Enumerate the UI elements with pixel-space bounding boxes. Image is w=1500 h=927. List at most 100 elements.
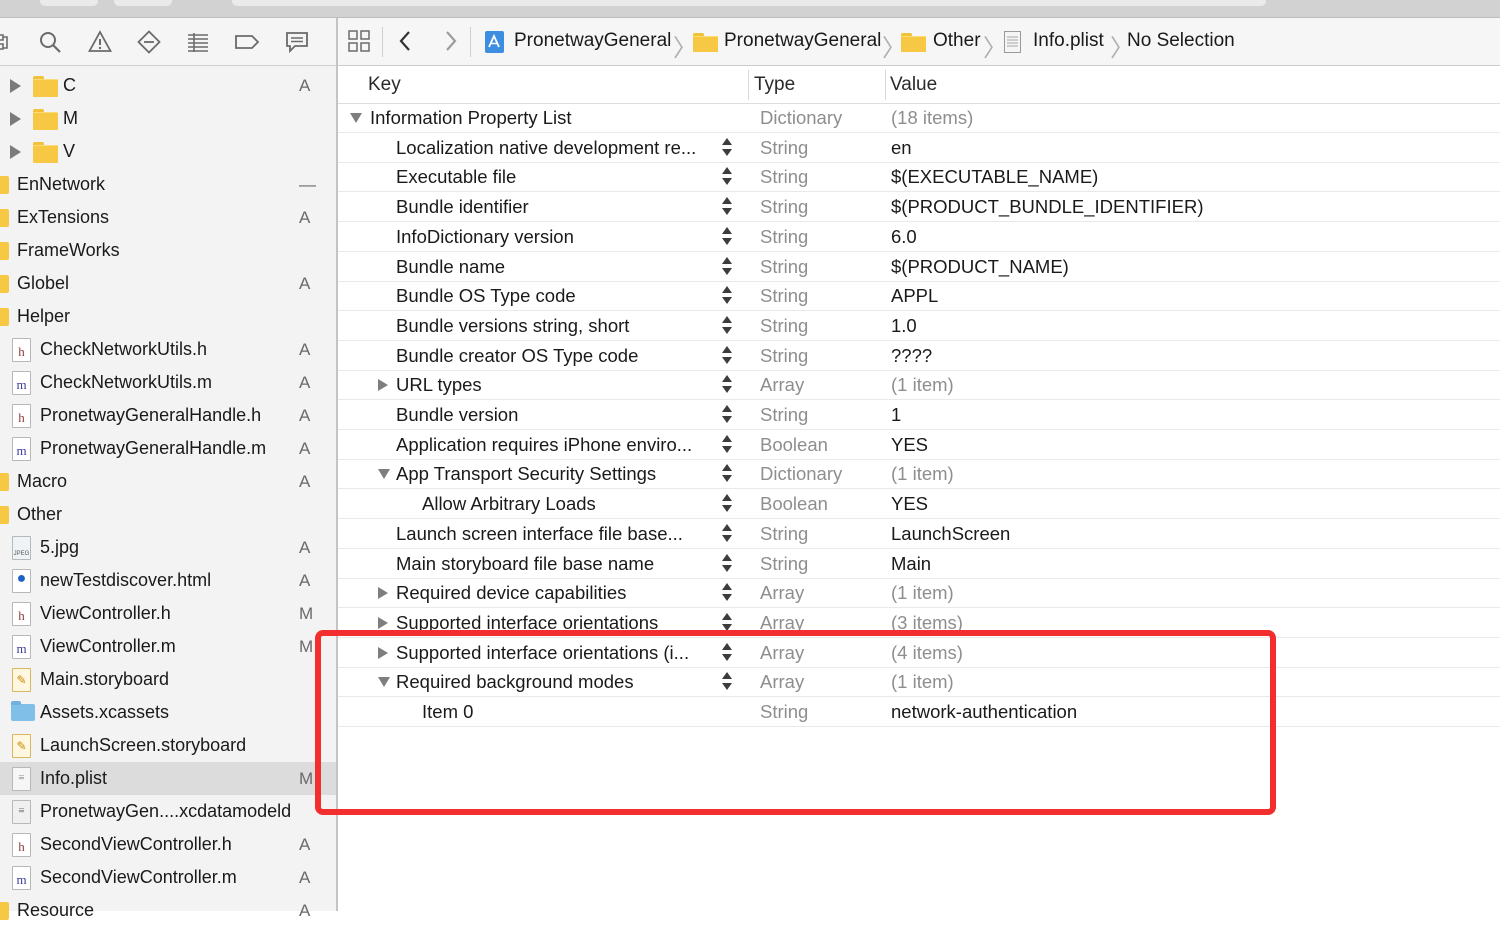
plist-type[interactable]: String bbox=[760, 166, 808, 188]
plist-row[interactable]: Allow Arbitrary Loads Boolean YES bbox=[338, 489, 1500, 520]
plist-type[interactable]: Boolean bbox=[760, 493, 828, 515]
key-popup-stepper-icon[interactable] bbox=[721, 553, 733, 574]
related-items-icon[interactable] bbox=[348, 30, 370, 57]
plist-key[interactable]: Required device capabilities bbox=[396, 582, 626, 604]
plist-row[interactable]: Application requires iPhone enviro... Boo… bbox=[338, 430, 1500, 460]
plist-value[interactable]: APPL bbox=[891, 285, 938, 307]
plist-key[interactable]: Bundle identifier bbox=[396, 196, 529, 218]
plist-key[interactable]: Allow Arbitrary Loads bbox=[422, 493, 596, 515]
plist-row[interactable]: Bundle identifier String $(PRODUCT_BUNDLE_… bbox=[338, 192, 1500, 223]
plist-value[interactable]: (1 item) bbox=[891, 582, 954, 604]
key-popup-stepper-icon[interactable] bbox=[721, 434, 733, 455]
breadcrumb-other[interactable]: Other bbox=[933, 30, 981, 52]
plist-type[interactable]: Boolean bbox=[760, 434, 828, 456]
plist-row[interactable]: Localization native development re... Str… bbox=[338, 133, 1500, 163]
key-popup-stepper-icon[interactable] bbox=[721, 137, 733, 158]
key-popup-stepper-icon[interactable] bbox=[721, 197, 733, 217]
plist-row[interactable]: Bundle OS Type code String APPL bbox=[338, 281, 1500, 312]
plist-value[interactable]: LaunchScreen bbox=[891, 523, 1010, 545]
plist-key[interactable]: Bundle OS Type code bbox=[396, 285, 576, 307]
column-divider[interactable] bbox=[885, 70, 886, 100]
plist-value[interactable]: 1.0 bbox=[891, 315, 917, 337]
plist-type[interactable]: String bbox=[760, 285, 808, 307]
sidebar-item[interactable]: ✎ Main.storyboard bbox=[0, 663, 336, 696]
key-popup-stepper-icon[interactable] bbox=[721, 464, 733, 484]
plist-type[interactable]: String bbox=[760, 345, 808, 367]
key-popup-stepper-icon[interactable] bbox=[721, 523, 733, 544]
plist-key[interactable]: App Transport Security Settings bbox=[396, 463, 656, 485]
sidebar-item[interactable]: h SecondViewController.h A bbox=[0, 828, 336, 861]
disclosure-triangle-icon[interactable] bbox=[10, 79, 21, 93]
plist-key[interactable]: Localization native development re... bbox=[396, 137, 696, 159]
sidebar-item[interactable]: m CheckNetworkUtils.m A bbox=[0, 366, 336, 399]
plist-row[interactable]: Required device capabilities Array (1 item… bbox=[338, 578, 1500, 609]
sidebar-item[interactable]: Helper bbox=[0, 300, 336, 333]
plist-type[interactable]: String bbox=[760, 137, 808, 159]
key-popup-stepper-icon[interactable] bbox=[721, 345, 733, 366]
plist-key[interactable]: Launch screen interface file base... bbox=[396, 523, 683, 545]
plist-value[interactable]: $(PRODUCT_NAME) bbox=[891, 256, 1069, 278]
plist-type[interactable]: Dictionary bbox=[760, 463, 842, 485]
warning-icon[interactable] bbox=[86, 28, 114, 56]
plist-type[interactable]: Array bbox=[760, 374, 804, 396]
key-popup-stepper-icon[interactable] bbox=[721, 167, 733, 187]
plist-type[interactable]: String bbox=[760, 226, 808, 248]
plist-row[interactable]: Executable file String $(EXECUTABLE_NAME) bbox=[338, 162, 1500, 193]
disclosure-open-icon[interactable] bbox=[378, 469, 390, 480]
key-popup-stepper-icon[interactable] bbox=[721, 256, 733, 277]
breadcrumb-group[interactable]: PronetwayGeneral bbox=[724, 30, 881, 52]
sidebar-item[interactable]: JPEG 5.jpg A bbox=[0, 531, 336, 564]
plist-value[interactable]: $(EXECUTABLE_NAME) bbox=[891, 166, 1098, 188]
plist-row[interactable]: Bundle creator OS Type code String???? bbox=[338, 341, 1500, 371]
plist-row[interactable]: Bundle version String 1 bbox=[338, 400, 1500, 430]
plist-key[interactable]: InfoDictionary version bbox=[396, 226, 574, 248]
sidebar-item[interactable]: m PronetwayGeneralHandle.m A bbox=[0, 432, 336, 465]
key-popup-stepper-icon[interactable] bbox=[721, 286, 733, 306]
sidebar-item[interactable]: FrameWorks bbox=[0, 234, 336, 267]
plist-type[interactable]: String bbox=[760, 404, 808, 426]
plist-key[interactable]: Executable file bbox=[396, 166, 516, 188]
report-icon[interactable] bbox=[283, 28, 311, 56]
key-popup-stepper-icon[interactable] bbox=[721, 375, 733, 395]
sidebar-item[interactable]: h ViewController.h M bbox=[0, 597, 336, 630]
plist-key[interactable]: Information Property List bbox=[370, 107, 572, 129]
plist-type[interactable]: String bbox=[760, 553, 808, 575]
plist-row[interactable]: InfoDictionary version String 6.0 bbox=[338, 222, 1500, 252]
sidebar-item[interactable]: h PronetwayGeneralHandle.h A bbox=[0, 399, 336, 432]
key-popup-stepper-icon[interactable] bbox=[721, 494, 733, 514]
search-icon[interactable] bbox=[36, 28, 64, 56]
plist-value[interactable]: en bbox=[891, 137, 912, 159]
sidebar-item[interactable]: ExTensions A bbox=[0, 201, 336, 234]
plist-row[interactable]: Bundle versions string, short String 1.0 bbox=[338, 311, 1500, 341]
breadcrumb-selection[interactable]: No Selection bbox=[1127, 30, 1235, 52]
sidebar-item[interactable]: EnNetwork — bbox=[0, 168, 336, 201]
plist-key[interactable]: Bundle versions string, short bbox=[396, 315, 629, 337]
key-popup-stepper-icon[interactable] bbox=[721, 583, 733, 603]
plist-row[interactable]: Information Property List Dictionary (18 i… bbox=[338, 103, 1500, 133]
plist-type[interactable]: String bbox=[760, 256, 808, 278]
plist-key[interactable]: Bundle version bbox=[396, 404, 518, 426]
forward-arrow-icon[interactable] bbox=[444, 30, 458, 57]
plist-value[interactable]: (18 items) bbox=[891, 107, 973, 129]
key-popup-stepper-icon[interactable] bbox=[721, 315, 733, 336]
sidebar-item[interactable]: h CheckNetworkUtils.h A bbox=[0, 333, 336, 366]
sidebar-item[interactable]: M bbox=[0, 102, 336, 135]
plist-row[interactable]: Launch screen interface file base... Stri… bbox=[338, 519, 1500, 549]
plist-key[interactable]: Application requires iPhone enviro... bbox=[396, 434, 692, 456]
back-arrow-icon[interactable] bbox=[398, 30, 412, 57]
plist-type[interactable]: String bbox=[760, 315, 808, 337]
type-column-header[interactable]: Type bbox=[754, 74, 795, 96]
plist-key[interactable]: Main storyboard file base name bbox=[396, 553, 654, 575]
plist-type[interactable]: Array bbox=[760, 582, 804, 604]
breakpoint-icon[interactable] bbox=[233, 28, 261, 56]
plist-row[interactable]: App Transport Security Settings Dictionar… bbox=[338, 459, 1500, 490]
plist-row[interactable]: Bundle name String $(PRODUCT_NAME) bbox=[338, 252, 1500, 282]
disclosure-triangle-icon[interactable] bbox=[10, 145, 21, 159]
plist-value[interactable]: YES bbox=[891, 434, 928, 456]
plist-value[interactable]: YES bbox=[891, 493, 928, 515]
key-popup-stepper-icon[interactable] bbox=[721, 405, 733, 425]
sidebar-item[interactable]: Macro A bbox=[0, 465, 336, 498]
plist-type[interactable]: String bbox=[760, 523, 808, 545]
plist-type[interactable]: Dictionary bbox=[760, 107, 842, 129]
disclosure-triangle-icon[interactable] bbox=[10, 112, 21, 126]
